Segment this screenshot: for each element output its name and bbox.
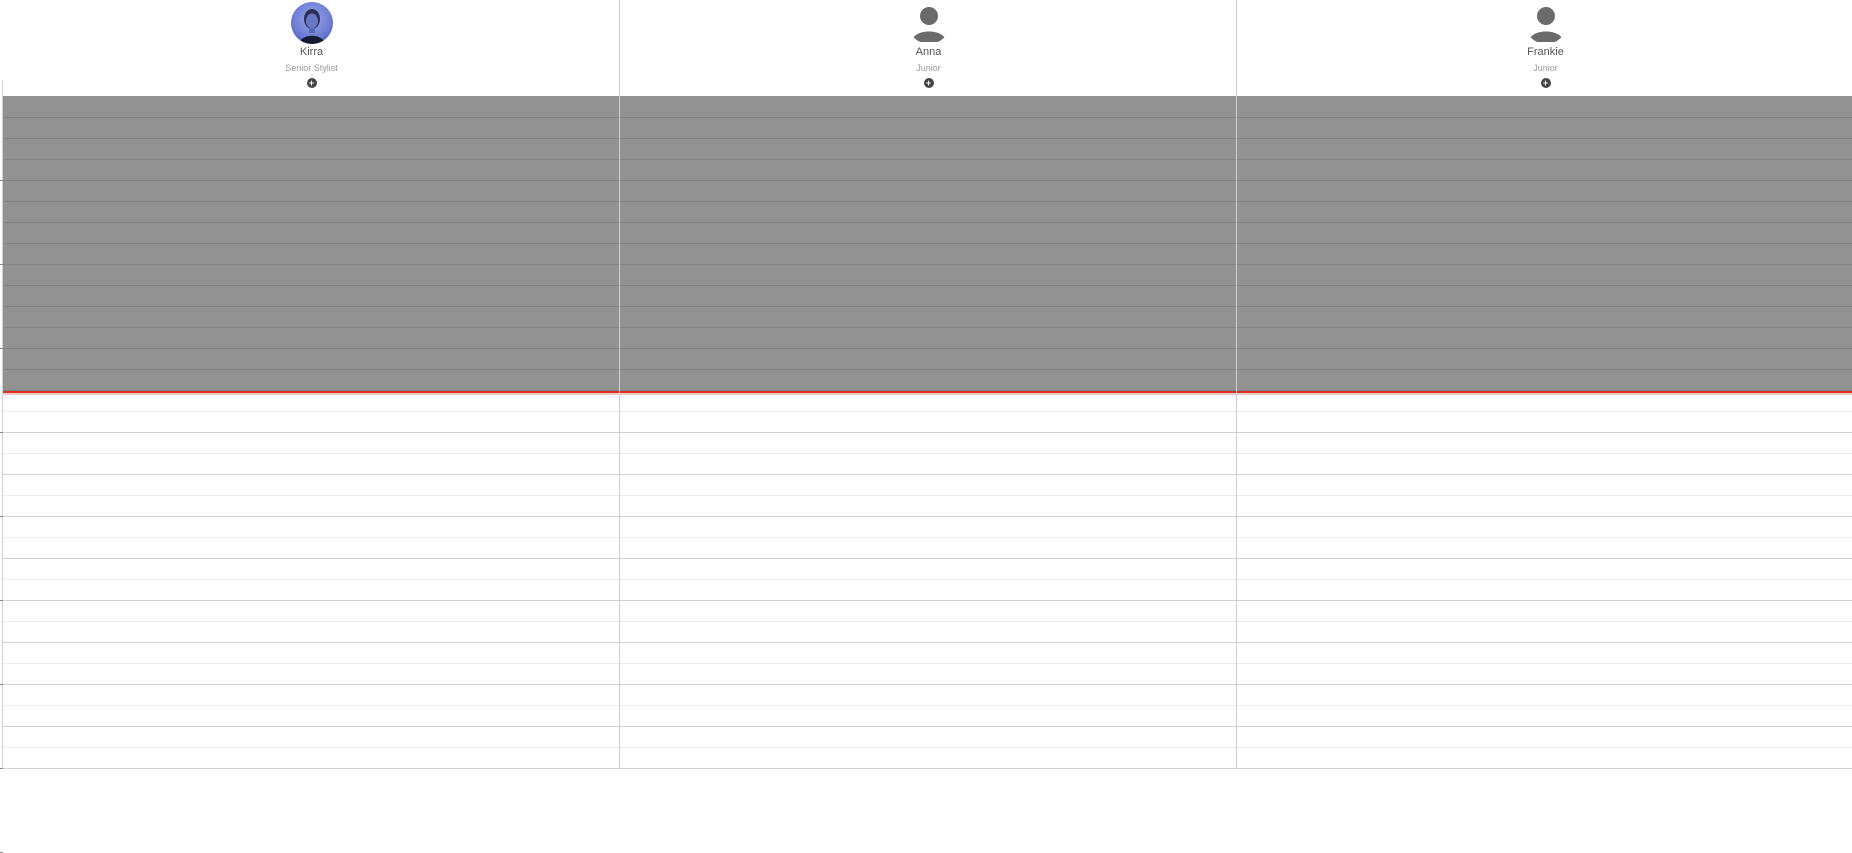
time-slot-line xyxy=(3,327,1852,328)
hour-tick xyxy=(0,432,3,433)
time-slot-line xyxy=(3,369,1852,370)
staff-role: Junior xyxy=(1533,63,1558,73)
staff-column-header-frankie: Frankie Junior + xyxy=(1237,0,1852,88)
person-placeholder-icon xyxy=(911,7,946,42)
staff-column-header-anna: Anna Junior + xyxy=(620,0,1237,88)
staff-column-header-kirra: Kirra Senior Stylist + xyxy=(3,0,620,88)
staff-photo-icon xyxy=(298,9,325,44)
time-slot-line xyxy=(3,684,1852,685)
time-slot-line xyxy=(3,558,1852,559)
staff-role: Junior xyxy=(916,63,941,73)
time-slot-line xyxy=(3,117,1852,118)
time-slot-line xyxy=(3,138,1852,139)
time-slot-line xyxy=(3,222,1852,223)
time-slot-line xyxy=(3,663,1852,664)
staff-name[interactable]: Frankie xyxy=(1237,46,1852,58)
time-slot-line xyxy=(3,432,1852,433)
avatar[interactable] xyxy=(290,2,333,44)
time-slot-line xyxy=(3,285,1852,286)
time-slot-line xyxy=(3,390,1852,391)
add-appointment-button[interactable]: + xyxy=(923,78,934,88)
time-slot-line xyxy=(3,600,1852,601)
staff-header: Kirra Senior Stylist + Anna Junior + Fra… xyxy=(0,0,1852,88)
avatar[interactable] xyxy=(908,2,950,44)
hour-tick xyxy=(0,348,3,349)
time-slot-line xyxy=(3,747,1852,748)
time-slot-line xyxy=(3,516,1852,517)
staff-name[interactable]: Anna xyxy=(620,46,1237,58)
add-appointment-button[interactable]: + xyxy=(1540,78,1551,88)
avatar[interactable] xyxy=(1525,2,1567,44)
current-time-indicator-shadow xyxy=(3,393,1852,395)
person-placeholder-icon xyxy=(1528,7,1563,42)
schedule-grid[interactable] xyxy=(0,96,1852,853)
time-slot-line xyxy=(3,495,1852,496)
time-slot-line xyxy=(3,243,1852,244)
add-appointment-button[interactable]: + xyxy=(306,78,317,88)
column-divider xyxy=(1236,0,1237,769)
time-slot-line xyxy=(3,474,1852,475)
time-slot-line xyxy=(3,159,1852,160)
hour-tick xyxy=(0,516,3,517)
hour-tick xyxy=(0,180,3,181)
time-slot-line xyxy=(3,180,1852,181)
staff-role: Senior Stylist xyxy=(285,63,338,73)
time-slot-line xyxy=(3,348,1852,349)
time-slot-line xyxy=(3,621,1852,622)
time-slot-line xyxy=(3,705,1852,706)
time-slot-line xyxy=(3,201,1852,202)
time-slot-line xyxy=(3,642,1852,643)
staff-name[interactable]: Kirra xyxy=(3,46,620,58)
time-slot-line xyxy=(3,411,1852,412)
hour-tick xyxy=(0,600,3,601)
time-slot-line xyxy=(3,453,1852,454)
time-slot-line xyxy=(3,537,1852,538)
time-slot-line xyxy=(3,306,1852,307)
time-slot-line xyxy=(3,579,1852,580)
time-slot-line xyxy=(3,264,1852,265)
hour-tick xyxy=(0,684,3,685)
column-divider xyxy=(619,0,620,769)
hour-tick xyxy=(0,264,3,265)
time-slot-line xyxy=(3,726,1852,727)
